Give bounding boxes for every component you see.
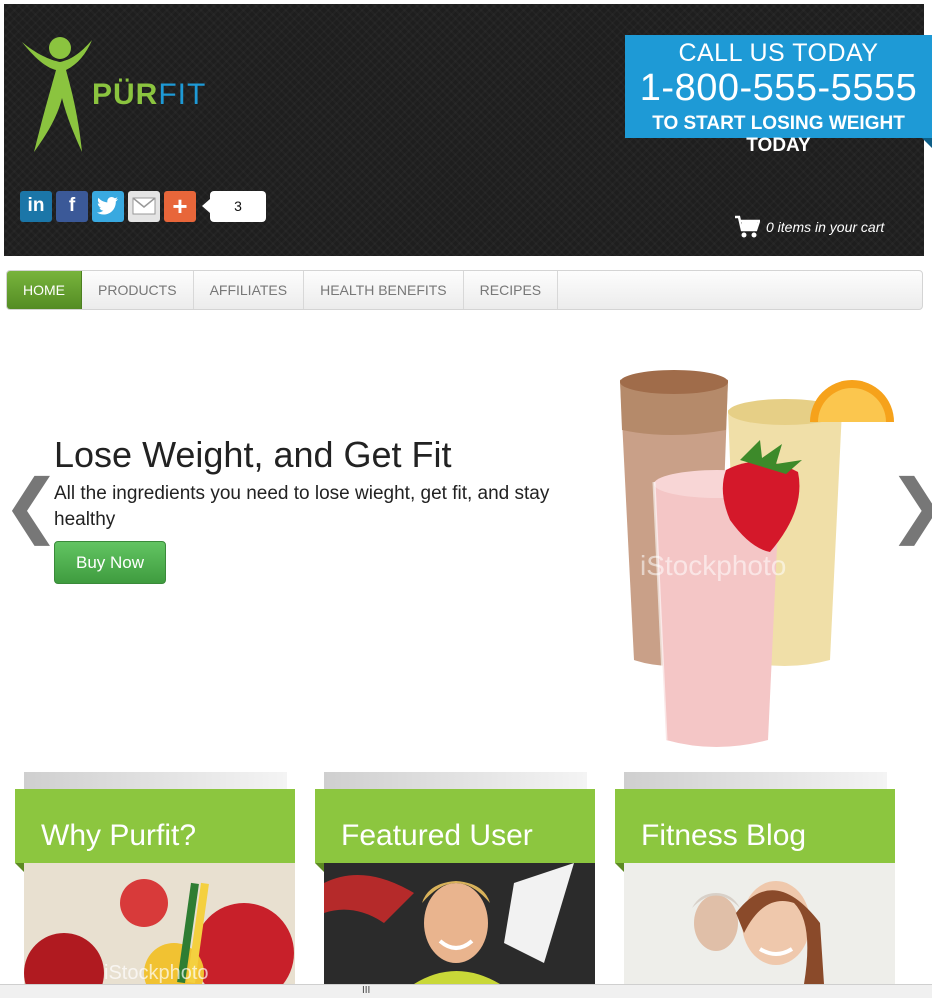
logo-pur: PÜR — [92, 78, 159, 111]
linkedin-icon[interactable]: in — [20, 190, 52, 222]
hero-title: Lose Weight, and Get Fit — [54, 434, 452, 475]
nav-item-products[interactable]: PRODUCTS — [82, 271, 194, 309]
logo-wordmark: PÜRFIT — [92, 78, 206, 112]
card-watermark: iStockphoto — [104, 962, 209, 984]
card-title-fitness-blog: Fitness Blog — [641, 819, 807, 852]
nav-item-home[interactable]: HOME — [7, 271, 82, 309]
main-nav: HOME PRODUCTS AFFILIATES HEALTH BENEFITS… — [6, 270, 923, 310]
fruit-image: iStockphoto — [24, 863, 295, 984]
linkedin-glyph: in — [27, 195, 45, 216]
twitter-bird-icon — [97, 197, 118, 215]
browser-status-bar: III — [0, 984, 932, 998]
buy-now-button[interactable]: Buy Now — [54, 541, 166, 584]
phone-number[interactable]: 1-800-555-5555 — [625, 67, 932, 110]
resize-grip[interactable]: III — [362, 985, 370, 996]
call-us-banner: CALL US TODAY 1-800-555-5555 TO START LO… — [625, 35, 932, 156]
card-featured-user[interactable]: Featured User — [315, 772, 595, 984]
cart-summary[interactable]: 0 items in your cart — [734, 215, 884, 239]
purfit-logo[interactable]: PÜRFIT — [20, 34, 205, 159]
facebook-icon[interactable]: f — [56, 190, 88, 222]
card-title-band: Fitness Blog — [615, 789, 895, 872]
card-why-purfit[interactable]: iStockphoto Why Purfit? — [15, 772, 295, 984]
addthis-plus-icon[interactable]: + — [164, 190, 196, 222]
social-share-bar: in f + 3 — [20, 190, 266, 222]
page: PÜRFIT in f + 3 0 items in your cart CAL… — [0, 0, 932, 998]
card-fitness-blog[interactable]: Fitness Blog — [615, 772, 895, 984]
nav-item-affiliates[interactable]: AFFILIATES — [194, 271, 305, 309]
fitness-blog-image — [624, 863, 895, 984]
hero-watermark: iStockphoto — [640, 550, 786, 581]
shopping-cart-icon — [735, 215, 760, 238]
carousel-prev-arrow[interactable]: ❮ — [2, 470, 61, 540]
cart-text: 0 items in your cart — [766, 219, 885, 235]
card-title-band: Why Purfit? — [15, 789, 295, 872]
email-icon[interactable] — [128, 190, 160, 222]
fruit-photo: iStockphoto — [24, 863, 295, 984]
figure-logo-icon — [22, 37, 92, 152]
hero-subtitle: All the ingredients you need to lose wie… — [54, 483, 550, 530]
featured-user-image — [324, 863, 595, 984]
logo-fit: FIT — [158, 78, 207, 111]
plus-glyph: + — [172, 190, 188, 221]
facebook-glyph: f — [68, 195, 76, 216]
call-us-tagline: TO START LOSING WEIGHT TODAY — [652, 113, 905, 156]
smoothie-glasses-image: iStockphoto — [620, 370, 894, 747]
fitness-blog-photo — [624, 863, 895, 984]
nav-item-health-benefits[interactable]: HEALTH BENEFITS — [304, 271, 464, 309]
twitter-icon[interactable] — [92, 190, 124, 222]
featured-user-photo — [324, 863, 595, 984]
share-count-bubble: 3 — [202, 190, 266, 222]
envelope-icon — [132, 197, 156, 215]
nav-item-recipes[interactable]: RECIPES — [464, 271, 559, 309]
card-title-band: Featured User — [315, 789, 595, 872]
card-title-featured-user: Featured User — [341, 819, 533, 852]
card-title-why-purfit: Why Purfit? — [41, 819, 197, 852]
call-us-heading: CALL US TODAY — [678, 39, 879, 67]
